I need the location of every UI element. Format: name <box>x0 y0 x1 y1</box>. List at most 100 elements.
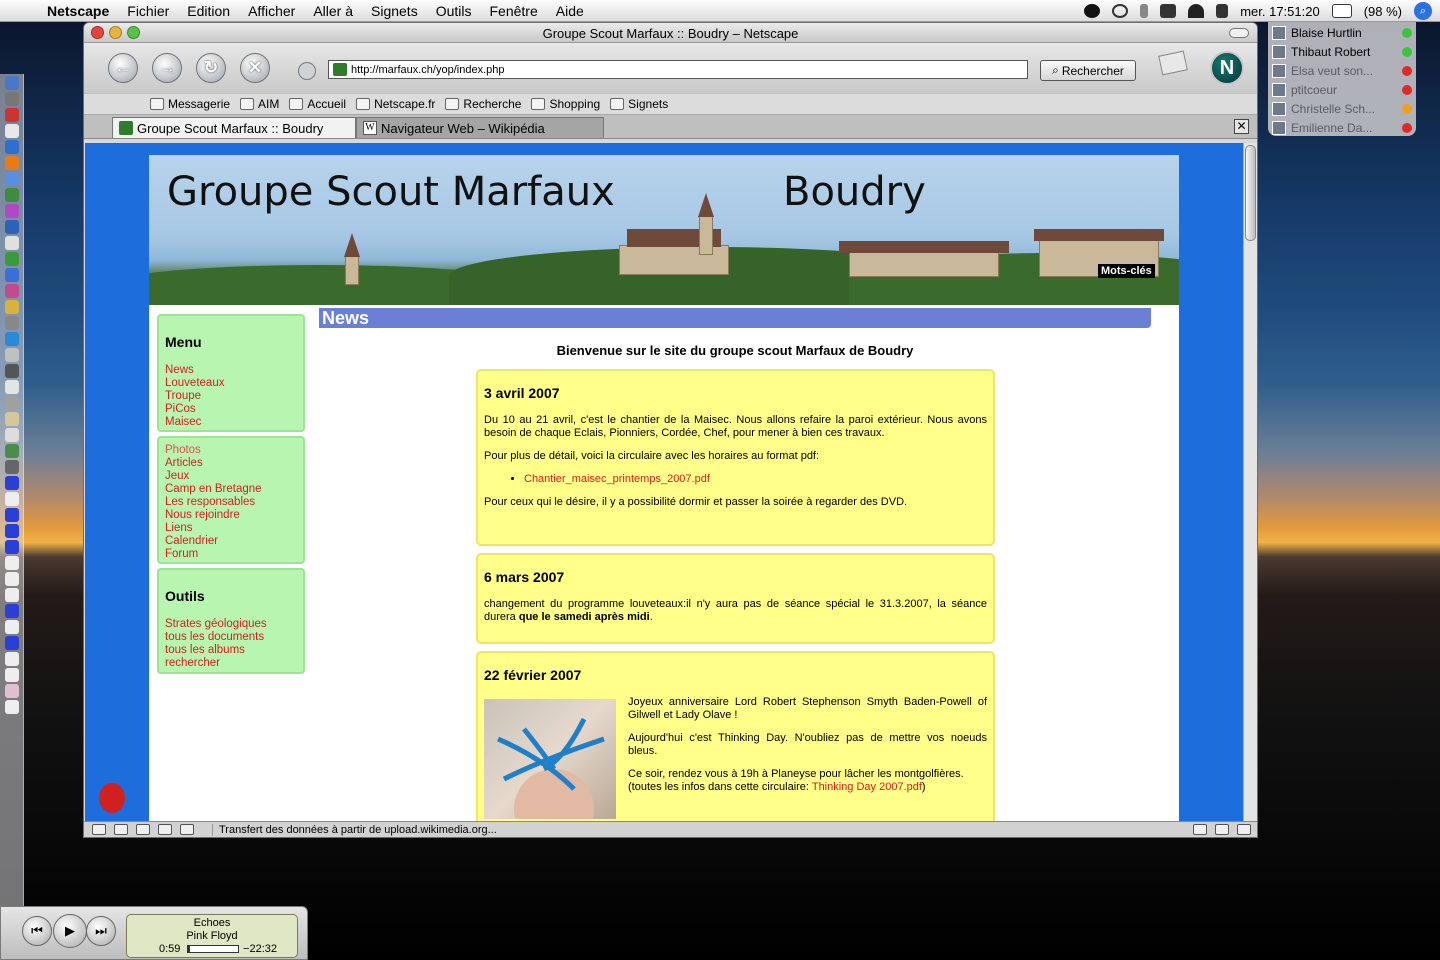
status-menu-icon[interactable] <box>1084 4 1101 18</box>
dock-app-icon[interactable] <box>5 108 19 122</box>
close-tab-button[interactable]: ✕ <box>1234 119 1249 134</box>
search-button[interactable]: ⌕ Rechercher <box>1040 60 1136 81</box>
next-track-button[interactable]: ⏭ <box>86 916 116 946</box>
bookmark-home[interactable]: Accueil <box>289 97 346 111</box>
buddy-row[interactable]: Thibaut Robert <box>1272 42 1412 61</box>
nav-link-maisec[interactable]: Maisec <box>165 416 297 429</box>
dock-window-icon[interactable] <box>5 492 19 506</box>
menu-fichier[interactable]: Fichier <box>118 3 178 19</box>
dock-app-icon[interactable] <box>5 300 19 314</box>
dock-app-icon[interactable] <box>5 460 19 474</box>
dock-window-icon[interactable] <box>5 636 19 650</box>
mail-icon[interactable] <box>114 824 128 835</box>
playback-progress[interactable] <box>187 945 239 953</box>
vertical-scrollbar[interactable] <box>1243 143 1257 823</box>
dock-app-icon[interactable] <box>5 444 19 458</box>
dock-app-icon[interactable] <box>5 76 19 90</box>
dock-app-icon[interactable] <box>5 124 19 138</box>
nav-link-jeux[interactable]: Jeux <box>165 470 297 483</box>
menu-aller[interactable]: Aller à <box>304 3 362 19</box>
keywords-tab[interactable]: Mots-clés <box>1098 264 1155 278</box>
nav-link-albums[interactable]: tous les albums <box>165 644 297 657</box>
dock-app-icon[interactable] <box>5 396 19 410</box>
back-button[interactable]: ← <box>108 53 138 83</box>
dock-app-icon[interactable] <box>5 428 19 442</box>
display-icon[interactable] <box>1160 4 1177 18</box>
forward-button[interactable]: → <box>152 53 182 83</box>
nav-link-photos[interactable]: Photos <box>165 444 297 457</box>
bookmark-search[interactable]: Recherche <box>445 97 521 111</box>
tab-groupe-scout[interactable]: Groupe Scout Marfaux :: Boudry <box>112 117 356 138</box>
menu-afficher[interactable]: Afficher <box>239 3 304 19</box>
nav-link-calendrier[interactable]: Calendrier <box>165 535 297 548</box>
dock-window-icon[interactable] <box>5 668 19 682</box>
dock-window-icon[interactable] <box>5 556 19 570</box>
dock-window-icon[interactable] <box>5 588 19 602</box>
buddy-row[interactable]: Elsa veut son... <box>1272 61 1412 80</box>
menu-signets[interactable]: Signets <box>362 3 427 19</box>
bookmark-shopping[interactable]: Shopping <box>531 97 600 111</box>
nav-link-news[interactable]: News <box>165 364 297 377</box>
wifi-icon[interactable] <box>1188 4 1205 18</box>
dock-app-icon[interactable] <box>5 284 19 298</box>
pdf-link-chantier[interactable]: Chantier_maisec_printemps_2007.pdf <box>524 473 710 485</box>
dock-app-icon[interactable] <box>5 188 19 202</box>
nav-link-articles[interactable]: Articles <box>165 457 297 470</box>
previous-track-button[interactable]: ⏮ <box>22 916 52 946</box>
dock-window-icon[interactable] <box>5 700 19 714</box>
netscape-logo-icon[interactable]: N <box>1210 51 1244 85</box>
nav-link-picos[interactable]: PiCos <box>165 403 297 416</box>
dock-app-icon[interactable] <box>5 268 19 282</box>
nav-link-troupe[interactable]: Troupe <box>165 390 297 403</box>
netscape-icon[interactable] <box>92 824 106 835</box>
aim-icon[interactable] <box>136 824 150 835</box>
nav-link-responsables[interactable]: Les responsables <box>165 496 297 509</box>
dock-app-icon[interactable] <box>5 380 19 394</box>
nav-link-documents[interactable]: tous les documents <box>165 631 297 644</box>
dock-window-icon[interactable] <box>5 684 19 698</box>
dock-app-icon[interactable] <box>5 172 19 186</box>
bookmark-mail[interactable]: Messagerie <box>150 97 230 111</box>
url-bar[interactable]: http://marfaux.ch/yop/index.php <box>328 60 1028 79</box>
buddy-row[interactable]: ptitcoeur <box>1272 80 1412 99</box>
tab-wikipedia[interactable]: W Navigateur Web – Wikipédia <box>356 117 604 138</box>
dock-app-icon[interactable] <box>5 92 19 106</box>
clock[interactable]: mer. 17:51:20 <box>1240 4 1320 19</box>
url-history-button[interactable] <box>298 62 316 80</box>
menu-app[interactable]: Netscape <box>38 3 118 19</box>
spotlight-icon[interactable]: ⌕ <box>1414 2 1432 20</box>
nav-link-liens[interactable]: Liens <box>165 522 297 535</box>
address-book-icon[interactable] <box>180 824 194 835</box>
sync-icon[interactable] <box>1112 4 1129 18</box>
dock-app-icon[interactable] <box>5 204 19 218</box>
scrollbar-thumb[interactable] <box>1245 145 1256 241</box>
dock-app-icon[interactable] <box>5 332 19 346</box>
nav-link-forum[interactable]: Forum <box>165 548 297 561</box>
dock-window-icon[interactable] <box>5 476 19 490</box>
bluetooth-icon[interactable] <box>1140 4 1149 18</box>
dock-app-icon[interactable] <box>5 364 19 378</box>
dock-window-icon[interactable] <box>5 604 19 618</box>
nav-link-rechercher[interactable]: rechercher <box>165 657 297 670</box>
popup-blocked-icon[interactable] <box>1215 824 1229 835</box>
bookmark-my-netscape[interactable]: Netscape.fr <box>356 97 435 111</box>
menu-edition[interactable]: Edition <box>178 3 239 19</box>
toolbar-toggle-button[interactable] <box>1229 28 1249 38</box>
menu-aide[interactable]: Aide <box>547 3 593 19</box>
dock-window-icon[interactable] <box>5 524 19 538</box>
dock-app-icon[interactable] <box>5 140 19 154</box>
buddy-row[interactable]: Blaise Hurtlin <box>1272 23 1412 42</box>
nav-link-strates[interactable]: Strates géologiques <box>165 618 297 631</box>
menu-outils[interactable]: Outils <box>427 3 481 19</box>
title-bar[interactable]: Groupe Scout Marfaux :: Boudry – Netscap… <box>84 23 1257 43</box>
dock-window-icon[interactable] <box>5 572 19 586</box>
composer-icon[interactable] <box>158 824 172 835</box>
stop-button[interactable]: ✕ <box>240 53 270 83</box>
menu-fenetre[interactable]: Fenêtre <box>481 3 547 19</box>
dock-app-icon[interactable] <box>5 252 19 266</box>
nav-link-camp[interactable]: Camp en Bretagne <box>165 483 297 496</box>
dock-app-icon[interactable] <box>5 348 19 362</box>
dock-window-icon[interactable] <box>5 540 19 554</box>
dock-app-icon[interactable] <box>5 236 19 250</box>
reload-button[interactable]: ↻ <box>196 53 226 83</box>
